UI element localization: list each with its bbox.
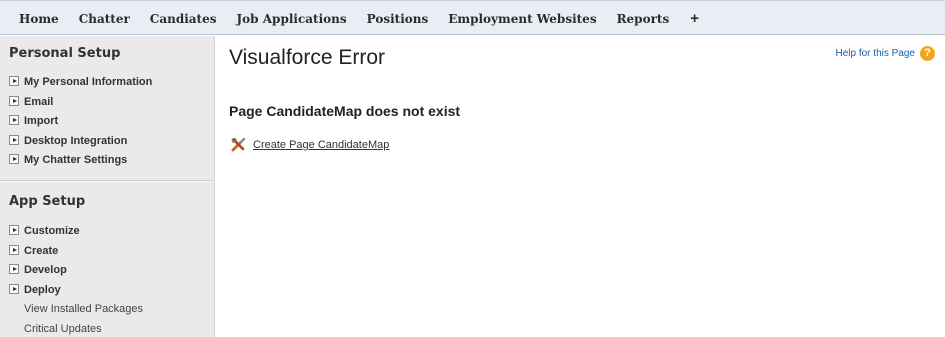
personal-setup-menu: My Personal Information Email Import Des… xyxy=(9,73,152,171)
page-title: Visualforce Error xyxy=(229,46,386,69)
sidebar-divider-highlight xyxy=(0,181,214,182)
expand-icon[interactable] xyxy=(9,95,19,106)
tab-job-applications[interactable]: Job Applications xyxy=(226,10,356,28)
create-page-link-label: Create Page CandidateMap xyxy=(253,139,390,151)
help-link[interactable]: Help for this Page ? xyxy=(835,46,935,61)
app-setup-heading: App Setup xyxy=(9,194,86,209)
expand-icon[interactable] xyxy=(9,244,19,255)
sidebar-item-label: My Personal Information xyxy=(24,76,153,88)
sidebar-item-label: My Chatter Settings xyxy=(24,154,128,166)
tab-reports[interactable]: Reports xyxy=(606,10,679,28)
sidebar-item-email[interactable]: Email xyxy=(9,93,152,113)
sidebar-item-label: Import xyxy=(24,115,59,127)
top-navigation-bar: Home Chatter Candiates Job Applications Posi… xyxy=(0,0,945,35)
sidebar-item-deploy[interactable]: Deploy xyxy=(9,281,143,301)
tab-candiates[interactable]: Candiates xyxy=(139,10,226,28)
sidebar-item-customize[interactable]: Customize xyxy=(9,222,143,242)
tab-employment-websites[interactable]: Employment Websites xyxy=(437,10,605,28)
expand-icon[interactable] xyxy=(9,264,19,274)
sidebar-item-my-chatter-settings[interactable]: My Chatter Settings xyxy=(9,151,152,171)
create-page-link[interactable]: Create Page CandidateMap xyxy=(231,138,389,152)
sidebar-item-label: Email xyxy=(24,95,54,108)
add-tab-button[interactable]: + xyxy=(678,10,708,28)
sidebar-link-critical-updates[interactable]: Critical Updates xyxy=(9,320,143,337)
sidebar-link-view-installed-packages[interactable]: View Installed Packages xyxy=(9,300,143,320)
expand-icon[interactable] xyxy=(9,76,19,86)
expand-icon[interactable] xyxy=(9,154,19,164)
sidebar-item-create[interactable]: Create xyxy=(9,242,143,262)
sidebar-item-label: Customize xyxy=(24,225,80,237)
tab-positions[interactable]: Positions xyxy=(356,10,438,28)
expand-icon[interactable] xyxy=(9,225,19,235)
help-link-label: Help for this Page xyxy=(835,48,916,59)
setup-sidebar: Personal Setup My Personal Information E… xyxy=(0,36,215,337)
sidebar-item-my-personal-information[interactable]: My Personal Information xyxy=(9,73,152,93)
sidebar-item-import[interactable]: Import xyxy=(9,112,152,132)
tab-home[interactable]: Home xyxy=(8,10,68,28)
app-setup-menu: Customize Create Develop Deploy View Ins… xyxy=(9,222,143,337)
sidebar-item-label: Develop xyxy=(24,264,67,276)
sidebar-item-desktop-integration[interactable]: Desktop Integration xyxy=(9,132,152,152)
sidebar-item-develop[interactable]: Develop xyxy=(9,261,143,281)
sidebar-item-label: Deploy xyxy=(24,283,61,296)
personal-setup-heading: Personal Setup xyxy=(9,46,121,61)
sidebar-item-label: Desktop Integration xyxy=(24,134,128,147)
error-message: Page CandidateMap does not exist xyxy=(229,103,461,119)
expand-icon[interactable] xyxy=(9,134,19,145)
help-question-icon[interactable]: ? xyxy=(920,46,935,61)
tools-icon xyxy=(231,138,246,152)
expand-icon[interactable] xyxy=(9,115,19,125)
expand-icon[interactable] xyxy=(9,283,19,294)
sidebar-item-label: Create xyxy=(24,244,59,257)
tab-chatter[interactable]: Chatter xyxy=(68,10,139,28)
tab-bar: Home Chatter Candiates Job Applications Posi… xyxy=(8,10,708,28)
